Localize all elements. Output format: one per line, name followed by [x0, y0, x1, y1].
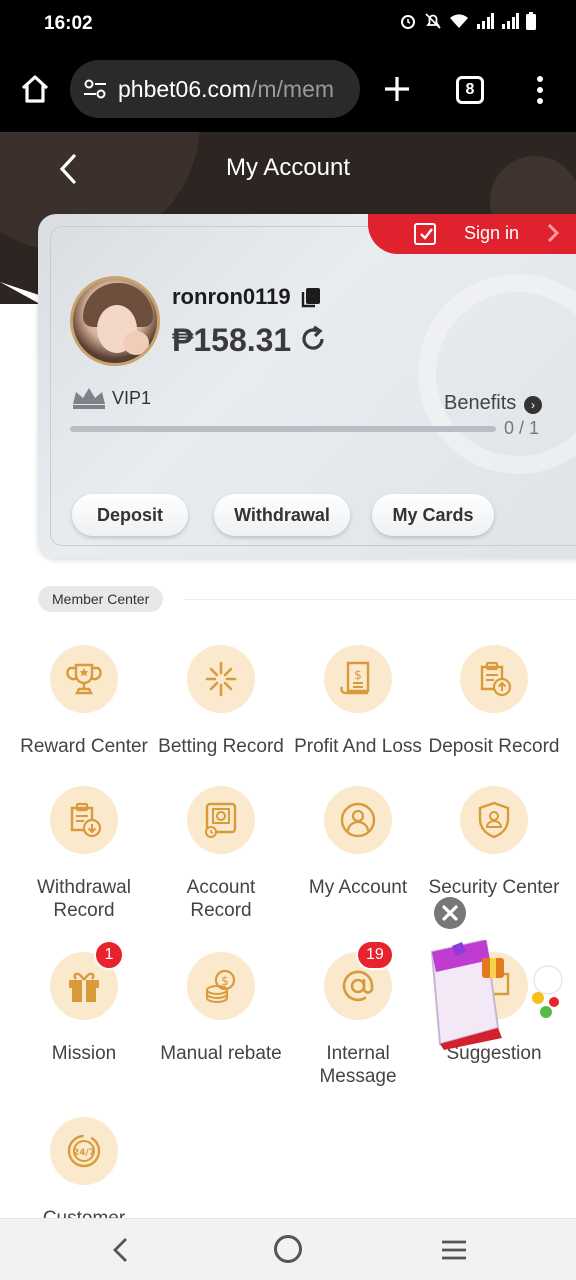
vip-level: VIP1	[112, 388, 152, 408]
vip-progress-text: 0 / 1	[504, 418, 540, 438]
signal-icon	[476, 13, 494, 34]
browser-menu-button[interactable]	[528, 73, 552, 107]
copy-icon[interactable]	[300, 286, 322, 308]
wifi-icon	[449, 13, 469, 34]
deposit-record-item[interactable]: Deposit Record	[424, 645, 564, 758]
menu-label-line: Withdrawal	[37, 877, 131, 898]
menu-label: Internal Message	[288, 1042, 428, 1088]
benefits-link[interactable]: Benefits	[444, 392, 516, 415]
account-record-icon	[187, 786, 255, 854]
mute-bell-icon	[424, 12, 442, 35]
withdrawal-button[interactable]: Withdrawal	[214, 494, 350, 536]
withdrawal-record-item[interactable]: Withdrawal Record	[14, 786, 154, 922]
trophy-icon	[50, 645, 118, 713]
url-path: /m/mem	[250, 76, 335, 102]
close-ad-button[interactable]	[434, 897, 466, 929]
customer-service-item[interactable]: 24/7 Customer	[14, 1117, 154, 1230]
clipboard-download-icon	[50, 786, 118, 854]
section-divider	[184, 599, 576, 600]
account-card: Sign in ronron0119 ₱158.31 VIP1 Benefits…	[38, 214, 576, 558]
recents-icon	[442, 1240, 466, 1260]
sign-in-button[interactable]: Sign in	[368, 214, 576, 254]
menu-label-line: Message	[319, 1066, 397, 1087]
user-icon	[324, 786, 392, 854]
menu-label-line: Record	[190, 900, 252, 921]
signal-icon-2	[501, 13, 519, 34]
site-settings-icon[interactable]	[82, 76, 108, 102]
menu-label: Betting Record	[158, 736, 284, 757]
checkbox-icon	[414, 223, 436, 245]
new-tab-button[interactable]	[382, 72, 412, 106]
at-icon: 19	[324, 940, 394, 1020]
alarm-icon	[399, 12, 417, 35]
username: ronron0119	[172, 284, 291, 309]
crown-icon	[70, 386, 108, 410]
browser-toolbar: phbet06.com/m/mem 8	[0, 48, 576, 132]
system-nav-bar	[0, 1218, 576, 1280]
deposit-button[interactable]: Deposit	[72, 494, 188, 536]
menu-label-line: Account	[186, 877, 256, 898]
refresh-icon[interactable]	[298, 324, 328, 354]
page-title: My Account	[225, 154, 351, 181]
chevron-right-icon	[544, 222, 562, 250]
menu-label: Profit And Loss	[294, 736, 422, 757]
my-account-item[interactable]: My Account	[288, 786, 428, 899]
shield-user-icon	[460, 786, 528, 854]
svg-text:$: $	[354, 668, 362, 682]
clipboard-upload-icon	[460, 645, 528, 713]
status-icons	[399, 12, 536, 35]
gift-icon: 1	[50, 940, 124, 1020]
menu-label: Reward Center	[20, 736, 148, 757]
nav-recents-button[interactable]	[440, 1239, 468, 1261]
coins-icon: $	[187, 952, 255, 1020]
close-icon	[442, 905, 458, 921]
url-host: phbet06.com	[118, 76, 251, 102]
account-record-item[interactable]: Account Record	[151, 786, 291, 922]
nav-back-button[interactable]	[108, 1235, 132, 1265]
my-cards-button[interactable]: My Cards	[372, 494, 494, 536]
betting-icon	[187, 645, 255, 713]
balance: ₱158.31	[172, 322, 292, 358]
vip-progress-bar	[70, 426, 496, 432]
support-24-7-icon: 24/7	[50, 1117, 118, 1185]
browser-home-button[interactable]	[18, 72, 52, 106]
menu-label-line: Record	[53, 900, 115, 921]
member-center-tag: Member Center	[38, 586, 164, 612]
profit-and-loss-item[interactable]: $ Profit And Loss	[288, 645, 428, 758]
battery-icon	[526, 12, 536, 35]
nav-back-icon	[113, 1238, 127, 1262]
promo-float-ad[interactable]	[428, 938, 576, 1050]
status-time: 16:02	[44, 13, 93, 34]
menu-label: Mission	[51, 1043, 117, 1064]
internal-message-item[interactable]: 19 Internal Message	[288, 940, 428, 1088]
manual-rebate-item[interactable]: $ Manual rebate	[151, 952, 291, 1065]
mission-item[interactable]: 1 Mission	[14, 940, 154, 1065]
chevron-right-circle-icon[interactable]: ›	[524, 396, 542, 414]
reward-center-item[interactable]: Reward Center	[14, 645, 154, 758]
menu-label-line: Internal	[326, 1043, 390, 1064]
home-icon	[21, 75, 49, 103]
avatar[interactable]	[70, 276, 160, 366]
menu-label: Account Record	[151, 876, 291, 922]
betting-record-item[interactable]: Betting Record	[151, 645, 291, 758]
document-icon: $	[324, 645, 392, 713]
mission-badge: 1	[94, 940, 124, 970]
sign-in-label: Sign in	[464, 223, 520, 243]
url-text: phbet06.com/m/mem	[118, 76, 350, 103]
tab-switcher-button[interactable]: 8	[456, 76, 484, 104]
menu-label: Withdrawal Record	[14, 876, 154, 922]
internal-message-badge: 19	[356, 940, 394, 970]
address-bar[interactable]: phbet06.com/m/mem	[70, 60, 360, 118]
menu-label: Manual rebate	[160, 1043, 282, 1064]
security-center-item[interactable]: Security Center	[424, 786, 564, 899]
nav-home-button[interactable]	[274, 1235, 302, 1263]
more-vertical-icon	[537, 76, 543, 104]
menu-label: Security Center	[428, 877, 560, 898]
plus-icon	[385, 77, 409, 101]
menu-label: Deposit Record	[428, 736, 560, 757]
svg-text:24/7: 24/7	[73, 1148, 95, 1158]
menu-label: My Account	[308, 877, 408, 898]
status-bar: 16:02	[0, 0, 576, 48]
